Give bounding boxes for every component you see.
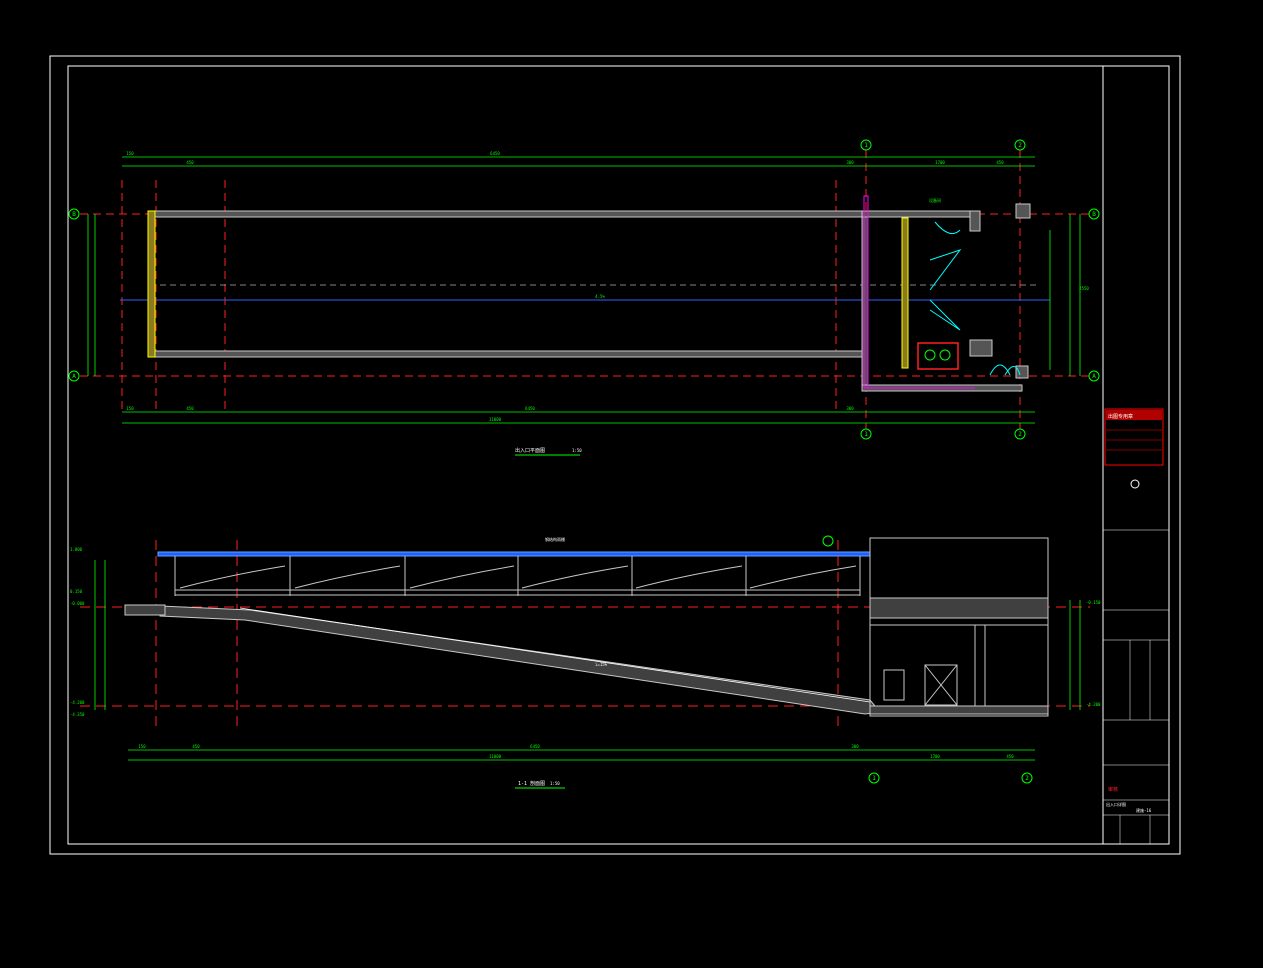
section-elev-left: -4.200 <box>70 700 85 705</box>
section-elev-left: 1.800 <box>70 547 83 552</box>
approval-stamp-text: 出图专用章 <box>1108 413 1133 420</box>
plan-stair <box>901 217 909 369</box>
plan-axis-right-b: B <box>1092 211 1096 218</box>
plan-dim-center: 4.5% <box>595 294 605 299</box>
cad-drawing: 1 2 1 2 B A B A 150 450 6450 300 1700 45… <box>49 55 1181 855</box>
plan-axis-bottom-2: 2 <box>1018 431 1022 438</box>
plan-dim-overall: 11000 <box>489 417 502 422</box>
plan-walls <box>147 203 1031 392</box>
section-elev-left: -0.000 <box>70 601 85 606</box>
plan-dim-right: 2550 <box>1079 286 1089 291</box>
sheet-name: 出入口详图 <box>1106 801 1126 807</box>
plan-axis-right-a: A <box>1092 373 1096 380</box>
section-dim-bottom: 6450 <box>530 744 540 749</box>
plan-dim-bottom: 6450 <box>525 406 535 411</box>
section-ramp-slab <box>159 605 881 715</box>
section-building <box>869 537 1049 717</box>
section-elev-left: 0.150 <box>70 589 83 594</box>
section-elev-left: -4.350 <box>70 712 85 717</box>
plan-dim-bottom: 150 <box>126 406 134 411</box>
reviewer-mark: 审核 <box>1108 786 1118 793</box>
plan-dim-top: 6450 <box>490 151 500 156</box>
plan-axis-left-a: A <box>72 373 76 380</box>
plan-axis-left-b: B <box>72 211 76 218</box>
plan-title: 出入口平面图 <box>515 447 545 454</box>
section-dim-bottom: 450 <box>192 744 200 749</box>
section-dim-bottom: 1700 <box>930 754 940 759</box>
plan-axis-top-2: 2 <box>1018 142 1022 149</box>
plan-equipment-box <box>917 342 959 370</box>
section-axis-2: 2 <box>1025 775 1029 782</box>
plan-axis-top-1: 1 <box>864 142 868 149</box>
plan-dim-bottom: 450 <box>186 406 194 411</box>
section-title-block: 1-1 剖面图 1:50 <box>515 780 565 789</box>
section-canopy <box>157 551 871 596</box>
section-ramp-surface <box>239 607 871 703</box>
title-block: 出图专用章 出入口详图 建施-16 审核 <box>1103 408 1169 844</box>
section-elev-right: -0.150 <box>1086 600 1101 605</box>
section-dim-bottom: 300 <box>851 744 859 749</box>
plan-scale: 1:50 <box>572 448 582 453</box>
plan-room-label: 设备间 <box>929 197 941 203</box>
section-dim-bottom: 150 <box>138 744 146 749</box>
plan-dim-top: 150 <box>126 151 134 156</box>
plan-dim-bottom: 300 <box>846 406 854 411</box>
plan-dim-top: 300 <box>846 160 854 165</box>
plan-dim-top: 450 <box>996 160 1004 165</box>
logo-icon <box>1130 479 1140 489</box>
drawing-number: 建施-16 <box>1136 807 1152 813</box>
section-title: 1-1 剖面图 <box>518 780 545 787</box>
plan-view: 1 2 1 2 B A B A 150 450 6450 300 1700 45… <box>68 139 1100 456</box>
section-entry-block <box>124 604 166 616</box>
section-level-lines <box>80 540 1090 730</box>
section-elev-right: -4.200 <box>1086 702 1101 707</box>
plan-axis-bottom-1: 1 <box>864 431 868 438</box>
section-dim-overall: 11000 <box>489 754 502 759</box>
plan-fan-icon <box>924 349 951 361</box>
section-ramp-note: i=15% <box>595 662 608 667</box>
section-scale: 1:50 <box>550 781 560 786</box>
plan-dim-top: 450 <box>186 160 194 165</box>
section-axis-1: 1 <box>872 775 876 782</box>
section-view: 1 2 1.800 0.150 -0.000 -4.200 -4.350 -0.… <box>70 535 1101 789</box>
plan-dimensions <box>87 156 1081 424</box>
sheet-frame <box>49 55 1181 855</box>
plan-dim-top: 1700 <box>935 160 945 165</box>
plan-axis-bubbles <box>68 139 1100 440</box>
plan-title-block: 出入口平面图 1:50 <box>515 447 582 456</box>
section-dim-bottom: 450 <box>1006 754 1014 759</box>
section-canopy-note: 钢结构雨棚 <box>545 536 565 542</box>
